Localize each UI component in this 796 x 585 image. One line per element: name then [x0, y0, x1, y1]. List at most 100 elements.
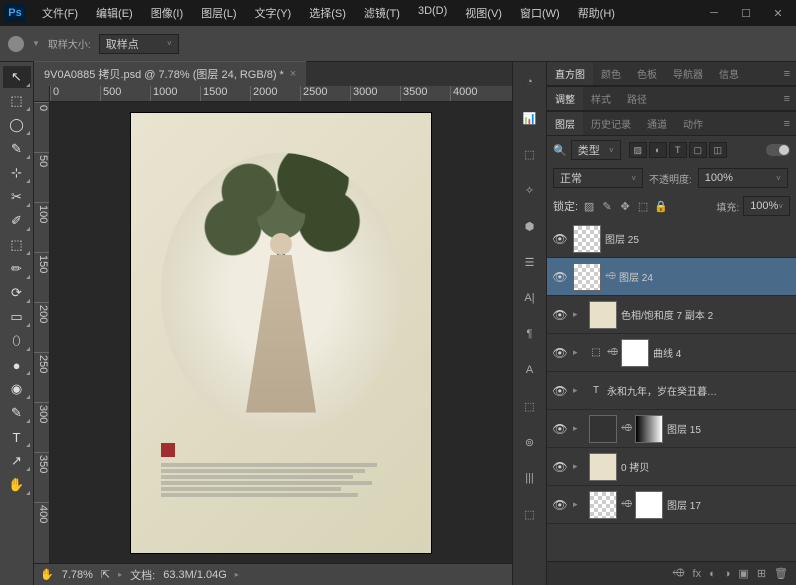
lock-all-icon[interactable]: 🔒 [654, 199, 668, 213]
layer-thumbnail[interactable] [589, 453, 617, 481]
lock-pixels-icon[interactable]: ▨ [582, 199, 596, 213]
layer-row[interactable]: 👁▸⬲图层 15 [547, 410, 796, 448]
layer-name[interactable]: 色相/饱和度 7 副本 2 [621, 307, 792, 322]
filter-type-icon[interactable]: T [669, 142, 687, 158]
layer-name[interactable]: 0 拷贝 [621, 459, 792, 474]
filter-smart-icon[interactable]: ◫ [709, 142, 727, 158]
tool-1[interactable]: ⬚ [3, 90, 31, 112]
dock-icon-12[interactable]: ⬚ [518, 502, 542, 526]
document-tab[interactable]: 9V0A0885 拷贝.psd @ 7.78% (图层 24, RGB/8) *… [34, 61, 306, 86]
layer-row[interactable]: 👁▸T永和九年，岁在癸丑暮… [547, 372, 796, 410]
dock-icon-11[interactable]: ||| [518, 466, 542, 490]
expand-icon[interactable]: ▸ [573, 347, 585, 358]
layer-name[interactable]: 图层 24 [619, 269, 792, 284]
layer-thumbnail[interactable] [589, 491, 617, 519]
panel-menu-icon[interactable]: ≡ [778, 93, 796, 105]
layer-name[interactable]: 图层 17 [667, 497, 792, 512]
expand-icon[interactable]: ▸ [573, 499, 585, 510]
dock-icon-10[interactable]: ⊚ [518, 430, 542, 454]
menu-item[interactable]: 选择(S) [301, 1, 354, 25]
tool-10[interactable]: ▭ [3, 306, 31, 328]
expand-icon[interactable]: ▸ [573, 461, 585, 472]
dock-icon-0[interactable]: ◔ [518, 70, 542, 94]
tool-4[interactable]: ⊹ [3, 162, 31, 184]
visibility-icon[interactable]: 👁 [551, 270, 569, 284]
filter-pixel-icon[interactable]: ▨ [629, 142, 647, 158]
layer-mask-thumbnail[interactable] [621, 339, 649, 367]
canvas[interactable] [50, 102, 512, 563]
new-layer-icon[interactable]: ⊞ [757, 567, 766, 580]
menu-item[interactable]: 滤镜(T) [356, 1, 408, 25]
layer-mask-thumbnail[interactable] [635, 491, 663, 519]
status-submenu-icon[interactable]: ▸ [235, 570, 239, 579]
panel-tab[interactable]: 导航器 [665, 62, 711, 85]
dock-icon-8[interactable]: A [518, 358, 542, 382]
ruler-horizontal[interactable]: 05001000150020002500300035004000 [50, 86, 512, 102]
tool-15[interactable]: T [3, 426, 31, 448]
layer-thumbnail[interactable] [573, 263, 601, 291]
dock-icon-1[interactable]: 📊 [518, 106, 542, 130]
tool-3[interactable]: ✎ [3, 138, 31, 160]
panel-menu-icon[interactable]: ≡ [778, 118, 796, 130]
close-tab-icon[interactable]: × [290, 68, 296, 80]
layer-name[interactable]: 图层 25 [605, 231, 792, 246]
menu-item[interactable]: 文件(F) [34, 1, 86, 25]
blend-mode-select[interactable]: 正常˅ [553, 168, 643, 188]
panel-tab[interactable]: 动作 [675, 112, 711, 135]
expand-icon[interactable]: ▸ [573, 385, 585, 396]
panel-tab[interactable]: 通道 [639, 112, 675, 135]
expand-icon[interactable]: ▸ [573, 309, 585, 320]
layer-row[interactable]: 👁▸⬲图层 17 [547, 486, 796, 524]
panel-tab[interactable]: 色板 [629, 62, 665, 85]
tool-13[interactable]: ◉ [3, 378, 31, 400]
panel-tab[interactable]: 调整 [547, 87, 583, 110]
visibility-icon[interactable]: 👁 [551, 384, 569, 398]
lock-artboard-icon[interactable]: ⬚ [636, 199, 650, 213]
panel-menu-icon[interactable]: ≡ [778, 68, 796, 80]
visibility-icon[interactable]: 👁 [551, 498, 569, 512]
lock-brush-icon[interactable]: ✎ [600, 199, 614, 213]
panel-tab[interactable]: 颜色 [593, 62, 629, 85]
menu-item[interactable]: 编辑(E) [88, 1, 141, 25]
tool-11[interactable]: ⬯ [3, 330, 31, 352]
ruler-vertical[interactable]: 050100150200250300350400 [34, 102, 50, 563]
menu-item[interactable]: 3D(D) [410, 1, 455, 25]
menu-item[interactable]: 窗口(W) [512, 1, 568, 25]
panel-tab[interactable]: 信息 [711, 62, 747, 85]
menu-item[interactable]: 帮助(H) [570, 1, 623, 25]
close-button[interactable]: ✕ [764, 4, 792, 22]
lock-position-icon[interactable]: ✥ [618, 199, 632, 213]
menu-item[interactable]: 图像(I) [143, 1, 191, 25]
dock-icon-7[interactable]: ¶ [518, 322, 542, 346]
visibility-icon[interactable]: 👁 [551, 232, 569, 246]
tool-17[interactable]: ✋ [3, 474, 31, 496]
tool-12[interactable]: ● [3, 354, 31, 376]
visibility-icon[interactable]: 👁 [551, 422, 569, 436]
tool-6[interactable]: ✐ [3, 210, 31, 232]
dock-icon-6[interactable]: A| [518, 286, 542, 310]
tool-preset-icon[interactable] [8, 36, 24, 52]
layer-mask-thumbnail[interactable] [635, 415, 663, 443]
layer-row[interactable]: 👁 ▸ 0 拷贝 [547, 448, 796, 486]
dock-icon-5[interactable]: ☰ [518, 250, 542, 274]
filter-shape-icon[interactable]: ▢ [689, 142, 707, 158]
maximize-button[interactable]: ☐ [732, 4, 760, 22]
tool-7[interactable]: ⬚ [3, 234, 31, 256]
visibility-icon[interactable]: 👁 [551, 346, 569, 360]
visibility-icon[interactable]: 👁 [551, 460, 569, 474]
tool-0[interactable]: ↖ [3, 66, 31, 88]
delete-layer-icon[interactable]: 🗑 [774, 567, 788, 580]
menu-item[interactable]: 图层(L) [193, 1, 244, 25]
panel-tab[interactable]: 直方图 [547, 62, 593, 85]
dock-icon-4[interactable]: ⬢ [518, 214, 542, 238]
minimize-button[interactable]: ─ [700, 4, 728, 22]
layer-row[interactable]: 👁⬲图层 24 [547, 258, 796, 296]
tool-2[interactable]: ◯ [3, 114, 31, 136]
export-icon[interactable]: ⇱ [101, 568, 110, 581]
panel-tab[interactable]: 路径 [619, 87, 655, 110]
panel-tab[interactable]: 图层 [547, 112, 583, 135]
layer-thumbnail[interactable] [573, 225, 601, 253]
sample-size-select[interactable]: 取样点˅ [99, 34, 179, 54]
layer-name[interactable]: 曲线 4 [653, 345, 792, 360]
dock-icon-2[interactable]: ⬚ [518, 142, 542, 166]
